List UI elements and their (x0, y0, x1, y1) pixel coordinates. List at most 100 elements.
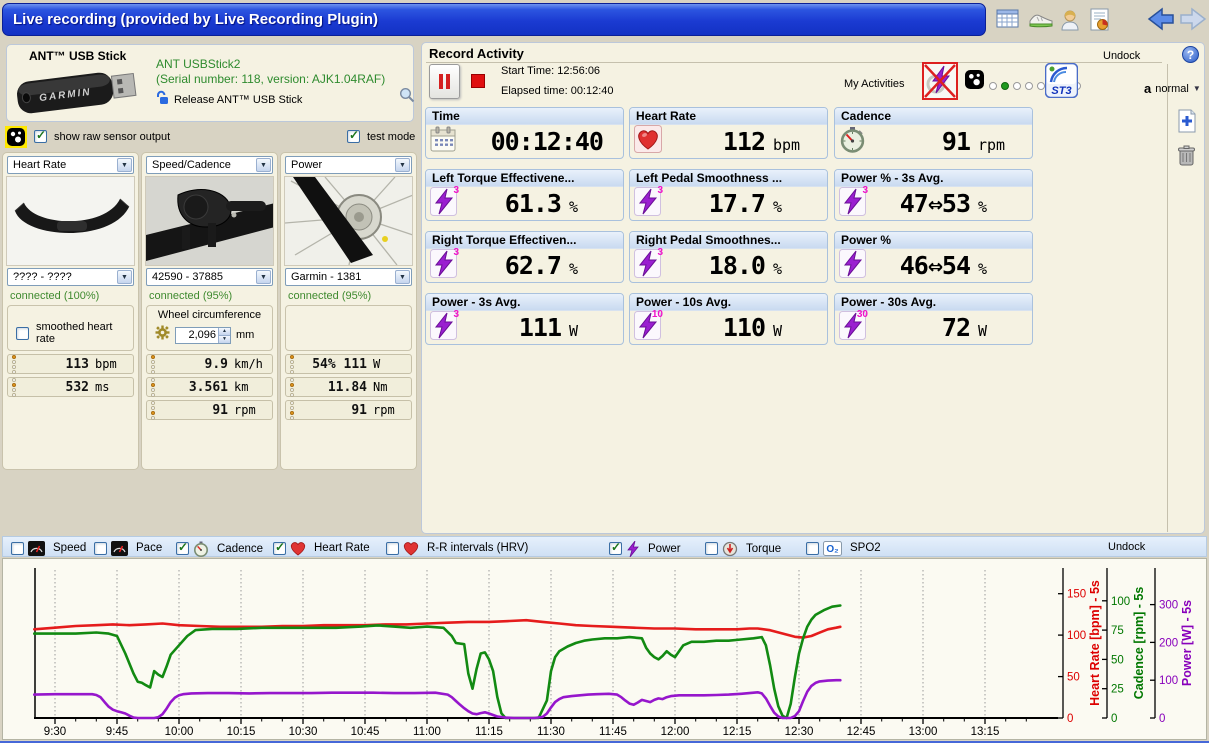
svg-text:ST3: ST3 (1051, 85, 1071, 97)
forward-icon[interactable] (1178, 6, 1208, 37)
tile-value: 47⇔53 (899, 189, 971, 218)
release-usb-label: Release ANT™ USB Stick (174, 94, 303, 106)
smoothed-heart-rate-checkbox[interactable] (16, 326, 29, 340)
channel-dot (1001, 82, 1009, 90)
stop-button[interactable] (471, 74, 485, 88)
delete-tile-icon[interactable] (1177, 145, 1196, 171)
legend-item-spo2[interactable]: O₂ SPO2 (806, 540, 881, 556)
sensor-settings-box (285, 305, 412, 351)
sensor-device-select[interactable]: 42590 - 37885 ▼ (146, 268, 273, 286)
legend-checkbox-torque[interactable] (705, 542, 718, 555)
tile-heart-rate[interactable]: Heart Rate 112 bpm (629, 107, 828, 159)
wheel-circumference-input[interactable]: 2,096 ▲ ▼ (175, 326, 231, 344)
smoothed-heart-rate-option[interactable]: smoothed heart rate (8, 306, 133, 345)
unlock-icon (156, 90, 169, 110)
svg-text:12:30: 12:30 (785, 726, 814, 738)
legend-checkbox-pace[interactable] (94, 541, 107, 555)
chevron-down-icon: ▼ (256, 270, 271, 284)
start-time-label: Start Time: 12:56:06 (501, 65, 601, 77)
svg-text:10:00: 10:00 (165, 726, 194, 738)
tile-power-10s-avg[interactable]: Power - 10s Avg. 10 110 W (629, 293, 828, 345)
legend-checkbox-speed[interactable] (11, 541, 24, 555)
st3-icon[interactable]: ST3 (1044, 62, 1079, 103)
wheel-circumference-value: 2,096 (188, 329, 216, 341)
legend-checkbox-r-r-intervals-hrv[interactable] (386, 541, 399, 555)
tile-left-torque-effectivene[interactable]: Left Torque Effectivene... 3 61.3% (425, 169, 624, 221)
legend-item-pace[interactable]: Pace (94, 540, 162, 556)
tile-time[interactable]: Time 00:12:40 (425, 107, 624, 159)
legend-item-torque[interactable]: Torque (705, 540, 781, 557)
legend-item-cadence[interactable]: Cadence (176, 540, 263, 557)
tile-cadence[interactable]: Cadence 91 rpm (834, 107, 1033, 159)
add-tile-icon[interactable] (1176, 109, 1198, 138)
tile-body: 112 bpm (630, 125, 827, 158)
ant-usb-stick-panel: ANT™ USB Stick GARMIN ANT USBStick2 (Ser… (6, 44, 415, 122)
tile-unit: W (978, 321, 988, 340)
tile-right-pedal-smoothnes[interactable]: Right Pedal Smoothnes... 3 18.0% (629, 231, 828, 283)
series-heart-rate (32, 618, 842, 639)
live-update-indicator (290, 400, 294, 420)
speed-cadence-sensor-image (145, 176, 274, 266)
tile-power-3s-avg[interactable]: Power - 3s Avg. 3 111 W (425, 293, 624, 345)
font-size-select[interactable]: a normal ▼ (1144, 81, 1201, 96)
sensor-columns: Heart Rate ▼ ???? - ???? ▼ connected (100%) s… (2, 152, 420, 470)
sensor-type-select[interactable]: Speed/Cadence ▼ (146, 156, 273, 174)
daily-activity-grid-icon[interactable] (995, 8, 1021, 35)
athlete-icon[interactable] (1058, 8, 1082, 37)
bolt-icon: 10 (634, 309, 663, 345)
sensor-device-select[interactable]: ???? - ???? ▼ (7, 268, 134, 286)
bolt-badge: 3 (453, 184, 459, 196)
stopwatch-icon (193, 541, 209, 557)
test-mode-checkbox[interactable] (347, 128, 360, 143)
channel-dot (1037, 82, 1045, 90)
help-icon[interactable]: ? (1182, 46, 1199, 63)
legend-label: Cadence (217, 542, 264, 555)
record-undock-button[interactable]: Undock (1103, 50, 1140, 62)
pause-button[interactable] (429, 64, 460, 99)
activity-upload-disabled-icon[interactable] (922, 62, 958, 105)
spinner-buttons[interactable]: ▲ ▼ (218, 327, 230, 343)
tile-title: Time (426, 108, 623, 125)
sensor-value-row: 9.9 km/h (146, 354, 273, 374)
svg-text:50: 50 (1067, 672, 1080, 684)
tile-title: Heart Rate (630, 108, 827, 125)
tile-power-30s-avg[interactable]: Power - 30s Avg. 30 72 W (834, 293, 1033, 345)
release-usb-link[interactable]: Release ANT™ USB Stick (156, 90, 302, 110)
search-sensors-icon[interactable] (399, 87, 415, 108)
reports-icon[interactable] (1088, 8, 1112, 37)
legend-checkbox-power[interactable] (609, 540, 622, 555)
chart-undock-button[interactable]: Undock (1108, 541, 1145, 553)
speedometer-icon (28, 541, 45, 556)
test-mode-label: test mode (367, 130, 416, 143)
splat-icon[interactable] (965, 70, 984, 94)
legend-checkbox-spo2[interactable] (806, 541, 819, 555)
sensor-value-row: 54% 111 W (285, 354, 412, 374)
power-hub-image (284, 176, 413, 266)
sensor-type-select[interactable]: Heart Rate ▼ (7, 156, 134, 174)
tile-right-torque-effectiven[interactable]: Right Torque Effectiven... 3 62.7% (425, 231, 624, 283)
sensor-value-row: 113 bpm (7, 354, 134, 374)
svg-text:13:00: 13:00 (909, 726, 938, 738)
show-raw-sensor-output-option[interactable]: show raw sensor output (34, 128, 170, 143)
test-mode-option[interactable]: test mode (347, 128, 416, 143)
athletes-shoe-icon[interactable] (1027, 8, 1055, 35)
tile-value: 112 (722, 127, 766, 156)
gear-icon[interactable] (155, 325, 170, 345)
sensor-value: 91 (212, 402, 228, 418)
legend-checkbox-heart-rate[interactable] (273, 540, 286, 555)
legend-item-power[interactable]: Power (609, 540, 681, 557)
show-raw-sensor-output-checkbox[interactable] (34, 128, 47, 143)
tile-left-pedal-smoothness[interactable]: Left Pedal Smoothness ... 3 17.7% (629, 169, 828, 221)
tile-power-3s-avg[interactable]: Power % - 3s Avg. 3 47⇔53% (834, 169, 1033, 221)
chevron-down-icon: ▼ (117, 270, 132, 284)
legend-item-r-r-intervals-hrv[interactable]: R-R intervals (HRV) (386, 540, 528, 556)
live-update-indicator (12, 377, 16, 397)
bolt-icon: 3 (430, 184, 459, 221)
back-icon[interactable] (1146, 6, 1176, 37)
sensor-device-select[interactable]: Garmin - 1381 ▼ (285, 268, 412, 286)
tile-power[interactable]: Power % 46⇔54% (834, 231, 1033, 283)
legend-item-heart-rate[interactable]: Heart Rate (273, 540, 370, 556)
sensor-type-select[interactable]: Power ▼ (285, 156, 412, 174)
legend-checkbox-cadence[interactable] (176, 540, 189, 555)
legend-item-speed[interactable]: Speed (11, 540, 86, 556)
